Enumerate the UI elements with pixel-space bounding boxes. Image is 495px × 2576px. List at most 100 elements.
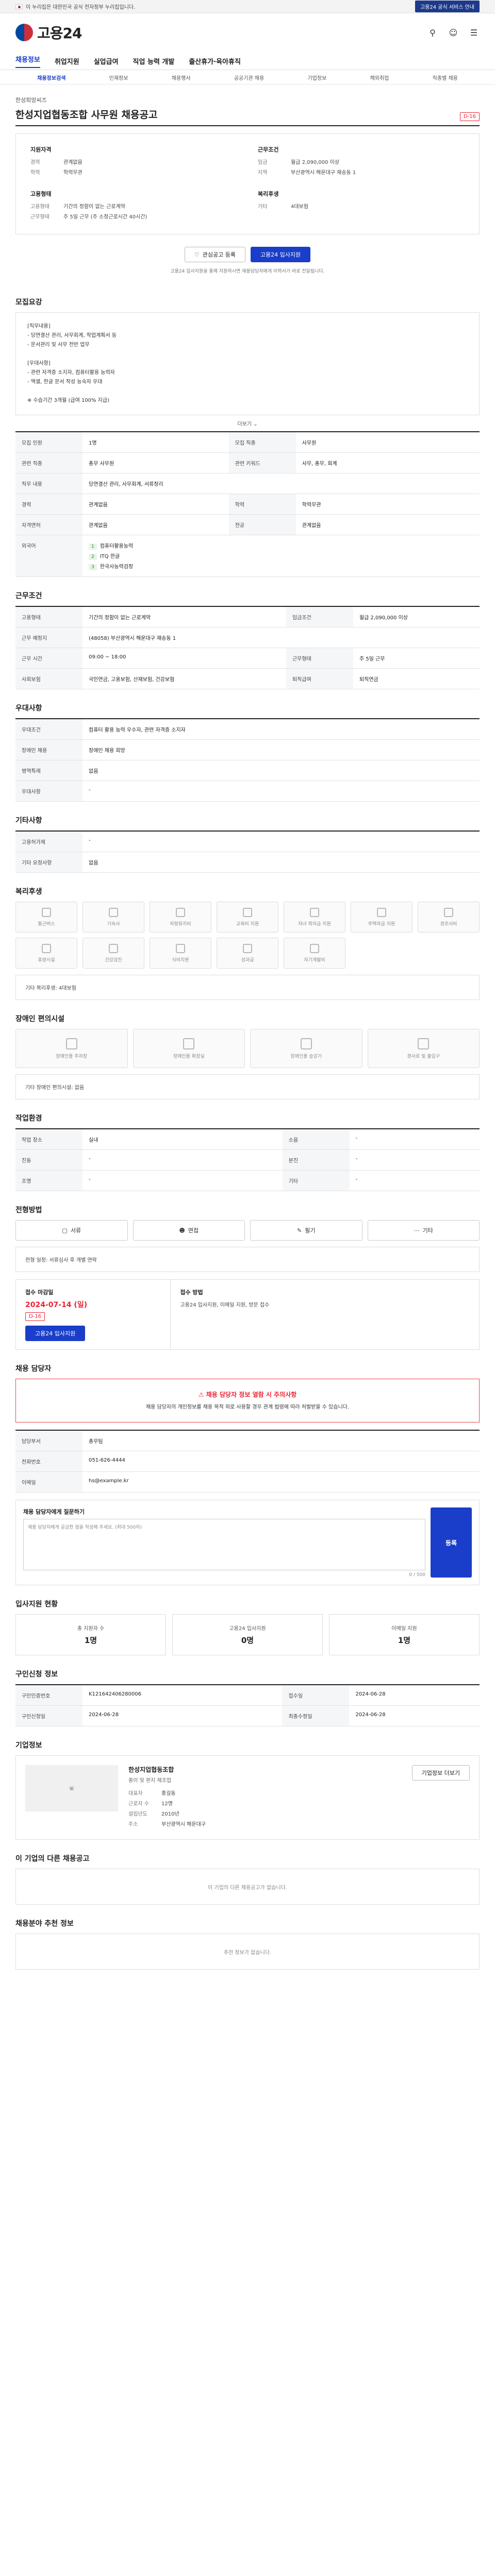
logo-text: 고용24 [37, 25, 82, 42]
subnav-item[interactable]: 공공기관 채용 [234, 74, 264, 81]
stat-card: 고용24 입사지원 0명 [172, 1614, 323, 1656]
table-row: 관련 직종 총무 사무원 관련 키워드 사무, 총무, 회계 [15, 452, 480, 473]
table-head: 작업 장소 [15, 1129, 82, 1150]
welfare-item: 자기계발비 [284, 938, 345, 969]
table-head: 조명 [15, 1170, 82, 1191]
welfare-label: 식비지원 [172, 957, 189, 963]
method-label: 필기 [305, 1227, 316, 1234]
site-logo[interactable]: 고용24 [15, 22, 82, 43]
company-card: ▣ 한성지업협동조합 종이 및 판지 제조업 대표자 홍길동 근로자 수 12명 설… [15, 1755, 480, 1840]
company-value: 12명 [161, 1801, 173, 1807]
subnav-item[interactable]: 해외취업 [370, 74, 389, 81]
table-row: 담당부서 총무팀 [15, 1430, 480, 1452]
apply-button-bottom[interactable]: 고용24 입사지원 [25, 1326, 86, 1341]
welfare-item: 식비지원 [150, 938, 211, 969]
welfare-label: 휴양시설 [38, 957, 55, 963]
table-head: 고용형태 [15, 606, 82, 628]
table-head: 구인신청일 [15, 1705, 82, 1727]
table-cell: hs@example.kr [82, 1471, 480, 1493]
menu-icon[interactable]: ☰ [468, 27, 480, 38]
qa-textarea[interactable]: 채용 담당자에게 궁금한 점을 작성해 주세요. (최대 500자) [23, 1519, 425, 1571]
subnav-item[interactable]: 채용정보검색 [37, 74, 65, 81]
nav-item-support[interactable]: 취업지원 [55, 56, 79, 66]
table-head: 기타 [282, 1170, 350, 1191]
table-cell: - [82, 1170, 283, 1191]
table-row: 고용허가제 - [15, 831, 480, 852]
table-cell: 기간의 정함이 없는 근로계약 [82, 606, 286, 628]
table-row: 구인인증번호 K121642406280006 접수일 2024-06-28 [15, 1685, 480, 1706]
qa-submit-button[interactable]: 등록 [431, 1507, 472, 1578]
subnav-item[interactable]: 채용행사 [172, 74, 191, 81]
section-title: 근무조건 [15, 592, 42, 600]
summary-value: 주 5일 근무 (주 소정근로시간 40시간) [63, 214, 147, 220]
stat-label: 이메일 지원 [391, 1626, 417, 1632]
method-note: 전형 일정: 서류심사 후 개별 연락 [15, 1247, 480, 1272]
table-head: 모집 직종 [228, 432, 296, 453]
subnav-item[interactable]: 인재정보 [109, 74, 128, 81]
scrap-button[interactable]: ♡ 관심공고 등록 [184, 247, 245, 262]
welfare-label: 통근버스 [38, 921, 55, 927]
search-icon[interactable]: ⚲ [427, 27, 438, 38]
welfare-label: 경조사비 [440, 921, 457, 927]
conditions-table: 고용형태 기간의 정함이 없는 근로계약 임금조건 월급 2,090,000 이상 근… [15, 606, 480, 689]
nav-item-jobs[interactable]: 채용정보 [15, 54, 40, 68]
table-head: 자격면허 [15, 514, 82, 535]
table-head: 관련 직종 [15, 452, 82, 473]
welfare-item: 건강검진 [82, 938, 144, 969]
table-head: 장애인 채용 [15, 739, 82, 760]
table-cell: 학력무관 [295, 494, 480, 515]
stat-value: 1명 [398, 1636, 411, 1646]
service-notice-button[interactable]: 고용24 공식 서비스 안내 [415, 1, 480, 12]
table-head: 근무 예정지 [15, 627, 82, 648]
table-cell: - [82, 781, 480, 802]
warning-title: ⚠ 채용 담당자 정보 열람 시 주의사항 [26, 1389, 469, 1400]
method-item: ☻ 면접 [133, 1220, 245, 1241]
gov-banner: 이 누리집은 대한민국 공식 전자정부 누리집입니다. 고용24 공식 서비스 … [0, 0, 495, 13]
method-section: 전형방법 ▢ 서류 ☻ 면접 ✎ 필기 ⋯ 기타 전형 일정: 서류심사 후 개별 연락… [15, 1191, 480, 1350]
prefer-table: 우대조건 컴퓨터 활용 능력 우수자, 관련 자격증 소지자 장애인 채용 장애인 … [15, 718, 480, 802]
job-heading: 한성희망씨즈 한성지업협동조합 사무원 채용공고 D-16 [15, 84, 480, 126]
table-head: 분진 [282, 1149, 350, 1171]
table-head: 담당부서 [15, 1430, 82, 1452]
table-head: 경력 [15, 494, 82, 515]
section-title: 입사지원 현황 [15, 1600, 58, 1609]
apply-note: 고용24 입사지원을 통해 지원하시면 채용담당자에게 이력서가 바로 전달됩니… [170, 269, 325, 274]
gift-icon [444, 907, 453, 917]
company-value: 부산광역시 해운대구 [161, 1822, 206, 1828]
section-title: 복리후생 [15, 888, 42, 896]
site-header: 고용24 ⚲ ☺ ☰ [0, 13, 495, 52]
meal-icon [176, 943, 185, 953]
qa-count: 0 / 500 [409, 1572, 425, 1578]
table-cell: 2024-06-28 [349, 1705, 480, 1727]
company-name[interactable]: 한성희망씨즈 [15, 96, 157, 104]
section-title: 이 기업의 다른 채용공고 [15, 1855, 90, 1863]
summary-value: 학력무관 [63, 170, 82, 176]
nav-item-leave[interactable]: 출산휴가·육아휴직 [189, 56, 241, 66]
welfare-item: 휴양시설 [15, 938, 77, 969]
table-cell: 관계없음 [295, 514, 480, 535]
welfare-section: 복리후생 통근버스 기숙사 차량유지비 교육비 지원 자녀 학자금 지원 주택자… [15, 873, 480, 1000]
method-label: 서류 [70, 1227, 81, 1234]
gov-notice: 이 누리집은 대한민국 공식 전자정부 누리집입니다. [15, 3, 135, 10]
user-icon[interactable]: ☺ [448, 27, 459, 38]
table-cell: 사무원 [295, 432, 480, 453]
nav-item-training[interactable]: 직업 능력 개발 [133, 56, 175, 66]
education-icon [243, 907, 252, 917]
subnav-item[interactable]: 기업정보 [307, 74, 326, 81]
recruit-table: 모집 인원 1명 모집 직종 사무원 관련 직종 총무 사무원 관련 키워드 사무, 총무,… [15, 431, 480, 577]
table-cell: - [349, 1149, 480, 1171]
subnav-item[interactable]: 직종별 채용 [433, 74, 458, 81]
table-cell: 관계없음 [82, 494, 229, 515]
apply-button[interactable]: 고용24 입사지원 [250, 247, 311, 262]
more-link[interactable]: 더보기 ⌄ [15, 415, 480, 431]
page: 이 누리집은 대한민국 공식 전자정부 누리집입니다. 고용24 공식 서비스 … [0, 0, 495, 1990]
stats-section: 입사지원 현황 총 지원자 수 1명 고용24 입사지원 0명 이메일 지원 1명 [15, 1585, 480, 1656]
nav-item-benefit[interactable]: 실업급여 [94, 56, 119, 66]
tag: 2 [89, 554, 97, 560]
company-value: 홍길동 [161, 1791, 176, 1797]
company-more-button[interactable]: 기업정보 더보기 [411, 1765, 470, 1781]
document-icon: ▢ [62, 1227, 68, 1234]
section-title: 구인신청 정보 [15, 1670, 58, 1679]
section-title: 작업환경 [15, 1114, 42, 1123]
table-row: 직무 내용 당연결산 관리, 사무회계, 서류정리 [15, 473, 480, 494]
